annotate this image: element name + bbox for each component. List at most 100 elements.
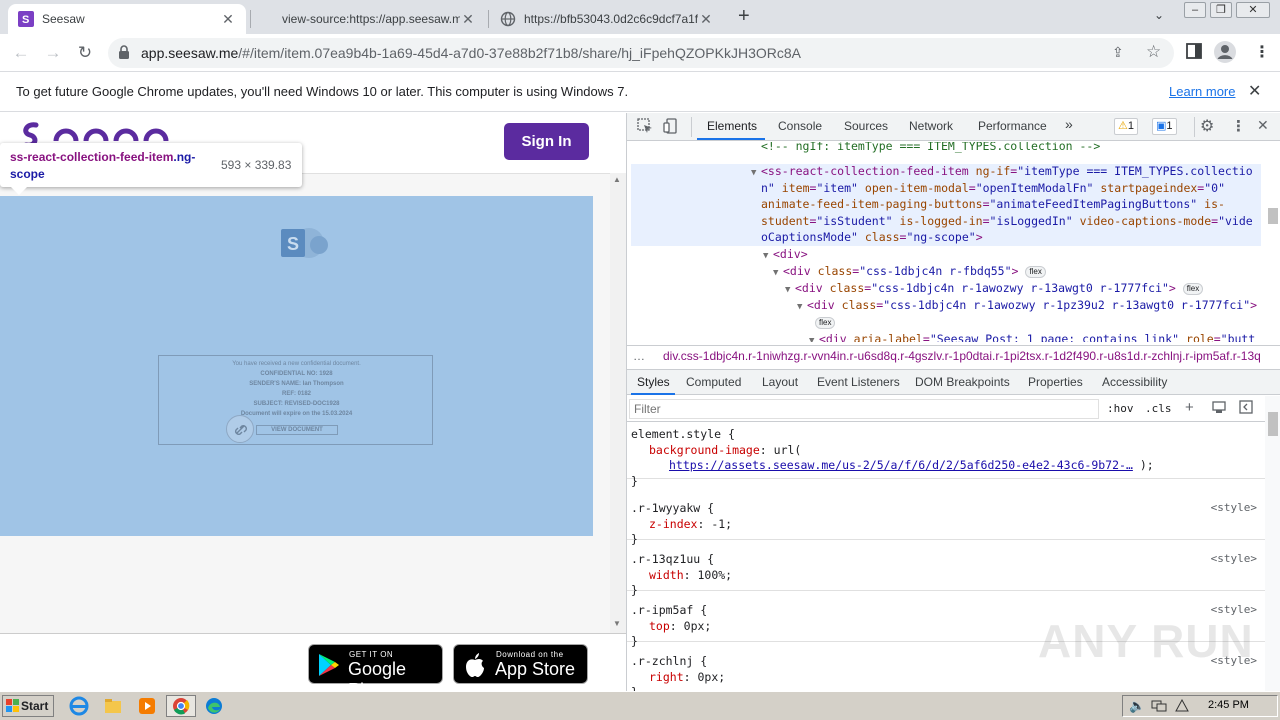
volume-icon[interactable]: 🔈 xyxy=(1129,698,1145,714)
tab-layout[interactable]: Layout xyxy=(762,375,798,389)
page-scrollbar[interactable]: ▲ ▼ xyxy=(610,173,626,633)
sharepoint-icon: S xyxy=(281,228,328,258)
reload-icon[interactable]: ↻ xyxy=(72,40,98,66)
dom-node-div[interactable]: ▼ <div aria-label="Seesaw Post; 1 page; c… xyxy=(809,331,1255,342)
tab-seesaw[interactable]: S Seesaw ✕ xyxy=(8,4,246,34)
bookmark-star-icon[interactable]: ☆ xyxy=(1146,42,1161,62)
tab-search-chevron-icon[interactable]: ⌄ xyxy=(1154,8,1164,22)
system-tray: 🔈 xyxy=(1122,695,1278,717)
page-footer: GET IT ON Google Play Download on the Ap… xyxy=(0,633,626,691)
tab-network[interactable]: Network xyxy=(909,119,953,133)
tooltip-dimensions: 593 × 339.83 xyxy=(221,158,292,172)
dom-comment[interactable]: <!-- ngIf: itemType === ITEM_TYPES.colle… xyxy=(761,142,1100,155)
close-devtools-icon[interactable]: ✕ xyxy=(1257,117,1269,134)
dom-breadcrumb[interactable]: … div.css-1dbjc4n.r-1niwhzg.r-vvn4in.r-u… xyxy=(627,345,1280,367)
dom-tree-scrollbar[interactable] xyxy=(1265,142,1280,342)
background-image-url-link[interactable]: https://assets.seesaw.me/us-2/5/a/f/6/d/… xyxy=(669,458,1133,472)
forward-arrow-icon[interactable]: → xyxy=(40,40,66,66)
tab-styles[interactable]: Styles xyxy=(637,375,670,389)
tab-performance[interactable]: Performance xyxy=(978,119,1047,133)
computed-styles-icon[interactable] xyxy=(1212,400,1226,417)
chrome-menu-icon[interactable]: ⋮ xyxy=(1254,42,1270,62)
learn-more-link[interactable]: Learn more xyxy=(1169,84,1235,99)
toggle-sidebar-icon[interactable] xyxy=(1239,400,1253,417)
minimize-button[interactable]: – xyxy=(1184,2,1206,18)
tab-accessibility[interactable]: Accessibility xyxy=(1102,375,1167,389)
tab-close-icon[interactable]: ✕ xyxy=(220,11,236,28)
dom-node-div[interactable]: ▼ <div class="css-1dbjc4n r-1awozwy r-13a… xyxy=(785,280,1204,299)
network-icon[interactable] xyxy=(1151,699,1167,716)
media-player-icon[interactable] xyxy=(137,696,159,716)
rule-source[interactable]: <style> xyxy=(1211,552,1257,565)
style-rule[interactable]: .r-13qz1uu { <style> width: 100%; } xyxy=(627,540,1265,597)
more-tabs-button[interactable]: » xyxy=(1065,116,1073,132)
flex-badge[interactable]: flex xyxy=(815,316,836,329)
class-toggle[interactable]: .cls xyxy=(1145,402,1172,415)
active-tab-indicator xyxy=(631,393,675,395)
seesaw-post-item[interactable]: S You have received a new confidential d… xyxy=(0,196,593,536)
share-icon[interactable]: ⇪ xyxy=(1112,44,1124,61)
view-document-button[interactable]: VIEW DOCUMENT xyxy=(256,425,338,435)
chrome-taskbar-icon[interactable] xyxy=(166,695,196,717)
internet-explorer-icon[interactable] xyxy=(69,696,91,716)
sign-in-button[interactable]: Sign In xyxy=(504,123,589,160)
start-button[interactable]: Start xyxy=(2,695,54,717)
taskbar-clock[interactable]: 2:45 PM xyxy=(1208,699,1249,711)
inspect-element-icon[interactable] xyxy=(637,118,653,137)
new-tab-button[interactable]: + xyxy=(738,5,750,28)
close-window-button[interactable]: ✕ xyxy=(1236,2,1270,18)
tab-computed[interactable]: Computed xyxy=(686,375,741,389)
dom-tree[interactable]: <!-- ngIf: itemType === ITEM_TYPES.colle… xyxy=(627,142,1265,342)
file-explorer-icon[interactable] xyxy=(103,696,125,716)
tab-close-icon[interactable]: ✕ xyxy=(698,11,714,28)
tab-close-icon[interactable]: ✕ xyxy=(460,11,476,28)
tab-elements[interactable]: Elements xyxy=(707,119,757,133)
tooltip-arrow xyxy=(11,187,27,195)
styles-filter-row: :hov .cls + xyxy=(627,396,1280,422)
tab-view-source[interactable]: view-source:https://app.seesaw.me/#/item… xyxy=(256,4,486,34)
messages-badge[interactable]: ▣1 xyxy=(1152,118,1177,135)
side-panel-icon[interactable] xyxy=(1186,43,1202,62)
back-arrow-icon[interactable]: ← xyxy=(8,40,34,66)
hover-state-toggle[interactable]: :hov xyxy=(1107,402,1134,415)
tab-sources[interactable]: Sources xyxy=(844,119,888,133)
dom-node-selected[interactable]: ▼ <ss-react-collection-feed-item ng-if="i… xyxy=(751,163,1253,182)
tab-properties[interactable]: Properties xyxy=(1028,375,1083,389)
tab-title: view-source:https://app.seesaw.me/#/item… xyxy=(282,12,460,26)
style-rule[interactable]: .r-1wyyakw { <style> z-index: -1; } xyxy=(627,489,1265,546)
flex-badge[interactable]: flex xyxy=(1182,282,1204,295)
doc-line: REF: 0182 xyxy=(281,391,311,397)
styles-filter-input[interactable] xyxy=(629,399,1099,419)
new-rule-plus-icon[interactable]: + xyxy=(1185,399,1194,416)
infobar-close-icon[interactable]: ✕ xyxy=(1248,81,1261,101)
doc-line: SUBJECT: REVISED-DOC1928 xyxy=(253,401,340,407)
dom-node-div[interactable]: ▼ <div class="css-1dbjc4n r-fbdq55"> flex xyxy=(773,263,1046,282)
restore-button[interactable]: ❐ xyxy=(1210,2,1232,18)
device-toggle-icon[interactable] xyxy=(663,118,679,137)
styles-scrollbar[interactable] xyxy=(1265,396,1280,691)
google-play-badge[interactable]: GET IT ON Google Play xyxy=(308,644,443,691)
messages-count: 1 xyxy=(1166,120,1173,132)
edge-icon[interactable] xyxy=(204,696,226,716)
tab-bfb53043[interactable]: https://bfb53043.0d2c6c9dcf7a1fc6... ✕ xyxy=(490,4,724,34)
link-icon[interactable] xyxy=(226,415,254,443)
lock-icon[interactable] xyxy=(118,45,130,62)
style-rule[interactable]: element.style { background-image: url( h… xyxy=(627,422,1265,488)
dom-node-div[interactable]: ▼ <div class="css-1dbjc4n r-1awozwy r-1pz… xyxy=(797,297,1257,316)
devtools-menu-icon[interactable]: ⋮ xyxy=(1231,117,1246,135)
warnings-badge[interactable]: ⚠1 xyxy=(1114,118,1138,135)
rule-source[interactable]: <style> xyxy=(1211,501,1257,514)
tab-console[interactable]: Console xyxy=(778,119,822,133)
apple-icon xyxy=(466,653,484,677)
dom-node-div[interactable]: ▼ <div> xyxy=(763,246,808,265)
flex-badge[interactable]: flex xyxy=(1025,265,1046,278)
app-store-badge[interactable]: Download on the App Store xyxy=(453,644,588,684)
action-center-icon[interactable] xyxy=(1175,698,1189,716)
tab-event-listeners[interactable]: Event Listeners xyxy=(817,375,900,389)
page-viewport: Sign In ▲ ▼ S You have received a new co… xyxy=(0,113,626,691)
tab-dom-breakpoints[interactable]: DOM Breakpoints xyxy=(915,375,1010,389)
profile-avatar-icon[interactable] xyxy=(1214,41,1236,66)
address-bar[interactable]: app.seesaw.me/#/item/item.07ea9b4b-1a69-… xyxy=(108,38,1174,68)
breadcrumb-item[interactable]: div.css-1dbjc4n.r-1niwhzg.r-vvn4in.r-u6s… xyxy=(663,349,1261,363)
settings-gear-icon[interactable]: ⚙ xyxy=(1200,116,1214,136)
